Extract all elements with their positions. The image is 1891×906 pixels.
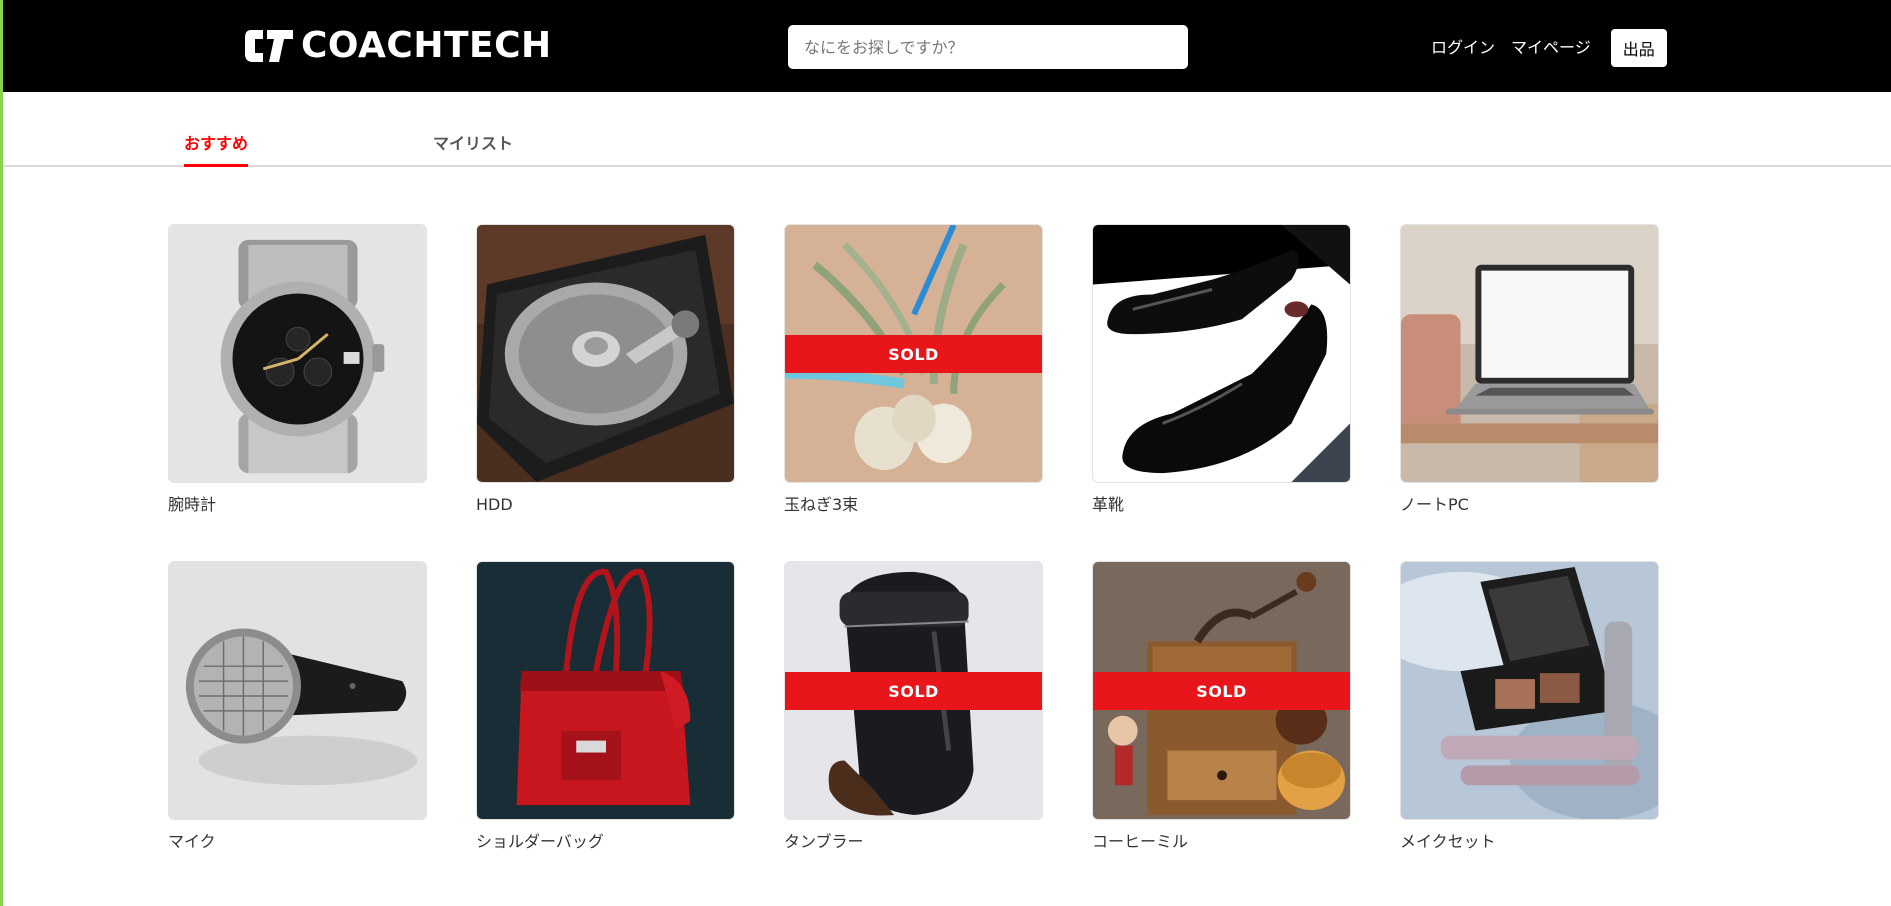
ct-logo-icon xyxy=(245,30,293,62)
microphone-image xyxy=(169,562,426,819)
item-thumbnail[interactable] xyxy=(476,561,735,820)
tab-bar: おすすめ マイリスト xyxy=(3,92,1891,167)
item-thumbnail[interactable] xyxy=(1092,224,1351,483)
logo-text: COACHTECH xyxy=(301,25,552,66)
header: COACHTECH ログイン マイページ 出品 xyxy=(3,0,1891,92)
item-thumbnail[interactable]: SOLD xyxy=(1092,561,1351,820)
item-thumbnail[interactable]: SOLD xyxy=(784,561,1043,820)
header-nav: ログイン マイページ 出品 xyxy=(1431,29,1667,67)
page: COACHTECH ログイン マイページ 出品 おすすめ マイリスト xyxy=(0,0,1891,906)
tab-recommend[interactable]: おすすめ xyxy=(184,130,249,167)
makeup-set-image xyxy=(1401,562,1658,819)
item-name: タンブラー xyxy=(784,832,864,851)
item-name: コーヒーミル xyxy=(1092,832,1189,851)
item-card[interactable]: ノートPC xyxy=(1400,224,1659,515)
shoulder-bag-image xyxy=(477,562,734,819)
mypage-link[interactable]: マイページ xyxy=(1511,38,1591,58)
item-card[interactable]: 腕時計 xyxy=(168,224,427,515)
sold-badge: SOLD xyxy=(785,335,1042,373)
login-link[interactable]: ログイン xyxy=(1431,38,1495,58)
hard-disk-image xyxy=(477,225,734,482)
sold-badge: SOLD xyxy=(785,672,1042,710)
item-name: ショルダーバッグ xyxy=(476,832,604,851)
item-card[interactable]: マイク xyxy=(168,561,427,852)
item-name: 革靴 xyxy=(1092,495,1125,514)
item-thumbnail[interactable] xyxy=(1400,224,1659,483)
item-card[interactable]: HDD xyxy=(476,224,735,515)
item-thumbnail[interactable] xyxy=(168,224,427,483)
item-thumbnail[interactable] xyxy=(168,561,427,820)
item-name: マイク xyxy=(168,832,216,851)
logo[interactable]: COACHTECH xyxy=(243,28,552,64)
sold-badge: SOLD xyxy=(1093,672,1350,710)
item-name: メイクセット xyxy=(1400,832,1496,851)
item-card[interactable]: ショルダーバッグ xyxy=(476,561,735,852)
item-card[interactable]: SOLD コーヒーミル xyxy=(1092,561,1351,852)
search-input[interactable] xyxy=(788,25,1188,69)
item-name: HDD xyxy=(476,495,513,514)
item-name: 腕時計 xyxy=(168,495,217,514)
item-card[interactable]: SOLD タンブラー xyxy=(784,561,1043,852)
sell-button[interactable]: 出品 xyxy=(1610,29,1667,67)
item-card[interactable]: 革靴 xyxy=(1092,224,1351,515)
item-name: 玉ねぎ3束 xyxy=(784,495,859,514)
item-thumbnail[interactable] xyxy=(476,224,735,483)
item-name: ノートPC xyxy=(1400,495,1469,514)
item-thumbnail[interactable] xyxy=(1400,561,1659,820)
laptop-image xyxy=(1401,225,1658,482)
leather-shoes-image xyxy=(1093,225,1350,482)
tab-mylist[interactable]: マイリスト xyxy=(433,130,513,164)
item-grid: 腕時計 HDD SOLD 玉ねぎ3束 革靴 ノートPC マイク ショルダーバッグ… xyxy=(168,224,1659,852)
item-thumbnail[interactable]: SOLD xyxy=(784,224,1043,483)
wristwatch-image xyxy=(169,225,426,482)
item-card[interactable]: SOLD 玉ねぎ3束 xyxy=(784,224,1043,515)
item-card[interactable]: メイクセット xyxy=(1400,561,1659,852)
